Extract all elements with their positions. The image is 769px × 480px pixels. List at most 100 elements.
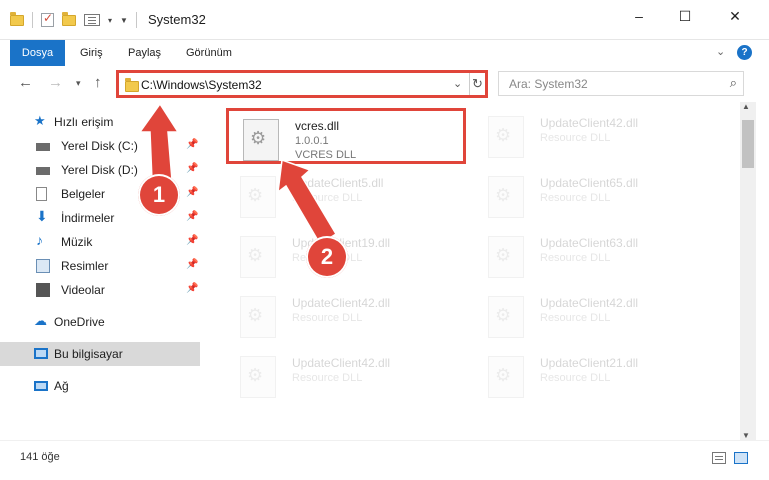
file-description: Resource DLL [540, 192, 611, 204]
drive-icon [36, 143, 50, 151]
maximize-button[interactable]: ☐ [662, 0, 708, 32]
star-icon: ★ [34, 113, 46, 128]
scroll-up-icon[interactable]: ▲ [742, 102, 750, 111]
sidebar-item-label: Müzik [61, 235, 93, 249]
sidebar-item-pictures[interactable]: Resimler 📌 [0, 254, 200, 278]
file-item-vcres[interactable]: vcres.dll 1.0.0.1 VCRES DLL [226, 108, 466, 164]
search-placeholder: Ara: System32 [509, 77, 588, 91]
sidebar-item-label: Belgeler [61, 187, 106, 201]
document-icon [36, 187, 47, 201]
file-item[interactable]: UpdateClient21.dll Resource DLL [474, 348, 714, 404]
download-arrow-icon: ⬇ [36, 208, 48, 224]
dll-file-icon [240, 296, 276, 338]
search-icon[interactable]: ⌕ [730, 75, 737, 91]
pin-icon[interactable]: 📌 [186, 139, 198, 150]
pin-icon[interactable]: 📌 [186, 211, 198, 222]
tab-share[interactable]: Paylaş [128, 40, 161, 66]
file-name: UpdateClient65.dll [540, 176, 639, 190]
sidebar-item-label: Ağ [54, 379, 69, 393]
file-description: Resource DLL [540, 372, 611, 384]
dll-file-icon [243, 119, 279, 161]
expand-ribbon-icon[interactable]: ⌄ [716, 45, 725, 58]
status-bar: 141 öğe [0, 440, 769, 480]
sidebar-item-label: Bu bilgisayar [54, 347, 123, 361]
vertical-scrollbar[interactable]: ▲ ▼ [740, 102, 756, 440]
film-icon [36, 283, 50, 297]
address-path[interactable]: C:\Windows\System32 [141, 78, 262, 92]
drive-icon [36, 167, 50, 175]
file-item[interactable]: UpdateClient65.dll Resource DLL [474, 168, 714, 224]
pin-icon[interactable]: 📌 [186, 259, 198, 270]
file-item[interactable]: UpdateClient42.dll Resource DLL [474, 108, 714, 164]
dll-file-icon [240, 236, 276, 278]
sidebar-item-network[interactable]: Ağ [0, 374, 200, 398]
close-button[interactable]: ✕ [712, 0, 758, 32]
file-item[interactable]: UpdateClient5.dll Resource DLL [226, 168, 466, 224]
tab-view[interactable]: Görünüm [186, 40, 232, 66]
sidebar-item-videos[interactable]: Videolar 📌 [0, 278, 200, 302]
sidebar-item-music[interactable]: ♪ Müzik 📌 [0, 230, 200, 254]
file-description: Resource DLL [292, 312, 363, 324]
dll-file-icon [488, 176, 524, 218]
sidebar-item-quick-access[interactable]: ★ Hızlı erişim [0, 110, 200, 134]
sidebar-item-label: Yerel Disk (D:) [61, 163, 138, 177]
sidebar-item-label: Yerel Disk (C:) [61, 139, 138, 153]
back-arrow-icon[interactable]: ← [18, 74, 33, 91]
pin-icon[interactable]: 📌 [186, 163, 198, 174]
pin-icon[interactable]: 📌 [186, 187, 198, 198]
forward-arrow-icon[interactable]: → [48, 74, 63, 91]
navigation-bar: ← → ▾ ↑ C:\Windows\System32 ⌄ ↻ Ara: Sys… [0, 66, 769, 102]
cloud-icon: ☁ [34, 313, 47, 328]
chevron-down-icon[interactable]: ⌄ [453, 77, 462, 90]
dll-file-icon [488, 116, 524, 158]
file-list: vcres.dll 1.0.0.1 VCRES DLL UpdateClient… [210, 102, 740, 440]
sidebar-item-onedrive[interactable]: ☁ OneDrive [0, 310, 200, 334]
scroll-down-icon[interactable]: ▼ [742, 431, 750, 440]
dll-file-icon [488, 236, 524, 278]
customize-icon[interactable] [84, 14, 100, 26]
large-icons-view-icon[interactable] [734, 452, 748, 464]
sidebar-item-label: İndirmeler [61, 211, 115, 225]
computer-icon [34, 348, 48, 359]
quick-access-toolbar: ▾ ▼ [10, 11, 137, 28]
file-item[interactable]: UpdateClient42.dll Resource DLL [226, 348, 466, 404]
dll-file-icon [240, 356, 276, 398]
dll-file-icon [488, 356, 524, 398]
sidebar-item-label: Resimler [61, 259, 109, 273]
search-input[interactable]: Ara: System32 ⌕ [498, 71, 744, 96]
file-item[interactable]: UpdateClient42.dll Resource DLL [474, 288, 714, 344]
file-name: vcres.dll [295, 119, 340, 133]
help-button[interactable]: ? [737, 45, 752, 60]
new-folder-icon[interactable] [62, 11, 76, 26]
sidebar-item-disk-c[interactable]: Yerel Disk (C:) 📌 [0, 134, 200, 158]
pin-icon[interactable]: 📌 [186, 283, 198, 294]
dll-file-icon [240, 176, 276, 218]
minimize-button[interactable]: – [616, 0, 662, 32]
pin-icon[interactable]: 📌 [186, 235, 198, 246]
sidebar-item-this-pc[interactable]: Bu bilgisayar [0, 342, 200, 366]
quick-access-dropdown-icon[interactable]: ▼ [120, 16, 128, 25]
callout-2: 2 [306, 236, 348, 278]
address-bar[interactable]: C:\Windows\System32 ⌄ ↻ [116, 70, 488, 98]
tab-file[interactable]: Dosya [10, 40, 65, 66]
item-count: 141 öğe [20, 451, 60, 463]
sidebar-item-label: OneDrive [54, 315, 105, 329]
chevron-down-icon[interactable]: ▾ [108, 16, 112, 25]
file-name: UpdateClient5.dll [292, 176, 384, 190]
file-version: 1.0.0.1 [295, 135, 329, 147]
tab-home[interactable]: Giriş [80, 40, 103, 66]
sidebar-item-label: Hızlı erişim [54, 115, 114, 129]
file-item[interactable]: UpdateClient63.dll Resource DLL [474, 228, 714, 284]
properties-check-icon[interactable] [41, 11, 54, 27]
dll-file-icon [488, 296, 524, 338]
details-view-icon[interactable] [712, 452, 726, 464]
up-arrow-icon[interactable]: ↑ [94, 74, 102, 91]
separator [32, 12, 33, 28]
file-item[interactable]: UpdateClient42.dll Resource DLL [226, 288, 466, 344]
title-bar: ▾ ▼ System32 – ☐ ✕ [0, 0, 769, 40]
recent-dropdown-icon[interactable]: ▾ [76, 78, 81, 89]
navigation-pane: ★ Hızlı erişim Yerel Disk (C:) 📌 Yerel D… [0, 102, 210, 440]
refresh-icon[interactable]: ↻ [469, 73, 485, 95]
scrollbar-thumb[interactable] [742, 120, 754, 168]
folder-icon[interactable] [10, 11, 24, 26]
